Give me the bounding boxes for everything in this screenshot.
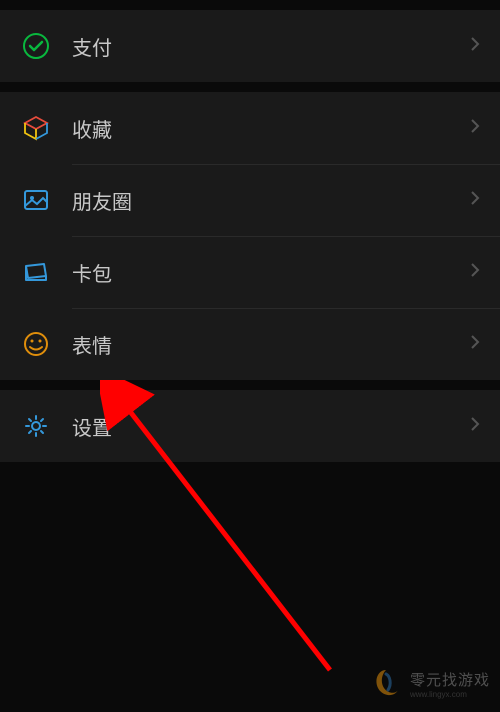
menu-item-settings[interactable]: 设置 — [0, 390, 500, 462]
cube-icon — [20, 112, 52, 144]
wechat-pay-icon — [20, 30, 52, 62]
menu-item-favorites[interactable]: 收藏 — [0, 92, 500, 164]
watermark: 零元找游戏 www.lingyx.com — [368, 666, 490, 702]
gear-icon — [20, 410, 52, 442]
watermark-logo-icon — [368, 666, 404, 702]
menu-group-1: 支付 — [0, 10, 500, 82]
menu-label: 收藏 — [72, 114, 470, 143]
menu-group-3: 设置 — [0, 390, 500, 462]
image-icon — [20, 184, 52, 216]
menu-item-moments[interactable]: 朋友圈 — [0, 164, 500, 236]
wallet-icon — [20, 256, 52, 288]
watermark-url: www.lingyx.com — [410, 690, 490, 699]
menu-label: 设置 — [72, 412, 470, 441]
menu-label: 支付 — [72, 32, 470, 61]
smiley-icon — [20, 328, 52, 360]
menu-label: 朋友圈 — [72, 186, 470, 215]
menu-item-cards[interactable]: 卡包 — [0, 236, 500, 308]
watermark-text: 零元找游戏 — [410, 669, 490, 690]
chevron-right-icon — [470, 118, 480, 139]
chevron-right-icon — [470, 334, 480, 355]
chevron-right-icon — [470, 262, 480, 283]
chevron-right-icon — [470, 416, 480, 437]
menu-label: 卡包 — [72, 258, 470, 287]
chevron-right-icon — [470, 190, 480, 211]
menu-item-pay[interactable]: 支付 — [0, 10, 500, 82]
menu-item-stickers[interactable]: 表情 — [0, 308, 500, 380]
chevron-right-icon — [470, 36, 480, 57]
menu-group-2: 收藏 朋友圈 卡包 表情 — [0, 92, 500, 380]
menu-label: 表情 — [72, 330, 470, 359]
